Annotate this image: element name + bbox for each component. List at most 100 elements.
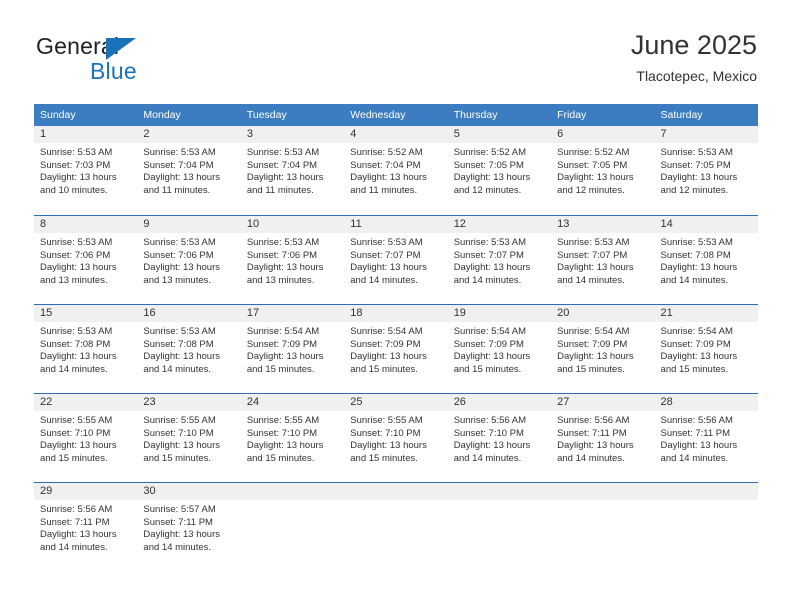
calendar-day-cell[interactable]: 15 Sunrise: 5:53 AM Sunset: 7:08 PM Dayligh… (34, 304, 138, 393)
day-details (448, 500, 551, 504)
sunrise-text: Sunrise: 5:53 AM (246, 237, 320, 248)
calendar-day-cell[interactable]: 18 Sunrise: 5:54 AM Sunset: 7:09 PM Dayligh… (344, 304, 448, 393)
sunset-text: Sunset: 7:09 PM (660, 338, 731, 350)
sunrise-text: Sunrise: 5:57 AM (143, 504, 216, 515)
daylight-text-line1: Daylight: 13 hours (246, 262, 324, 274)
day-number-band: 5 (447, 126, 552, 143)
day-cell-inner: 17 Sunrise: 5:54 AM Sunset: 7:09 PM Dayligh… (240, 304, 345, 393)
day-number: 25 (350, 396, 363, 408)
daylight-text-line1: Daylight: 13 hours (660, 440, 738, 452)
sunset-text: Sunset: 7:09 PM (246, 338, 318, 350)
day-number-band (240, 483, 345, 500)
daylight-text-line2: and 14 minutes. (350, 274, 418, 286)
day-cell-inner: 14 Sunrise: 5:53 AM Sunset: 7:08 PM Dayligh… (654, 215, 758, 304)
sunset-text: Sunset: 7:05 PM (557, 159, 628, 171)
day-cell-inner: 12 Sunrise: 5:53 AM Sunset: 7:07 PM Dayligh… (447, 215, 552, 304)
calendar-day-cell[interactable]: 26 Sunrise: 5:56 AM Sunset: 7:10 PM Dayligh… (447, 393, 552, 482)
day-details: Sunrise: 5:53 AM Sunset: 7:06 PM Daylight:… (34, 233, 137, 287)
calendar-day-cell[interactable]: 4 Sunrise: 5:52 AM Sunset: 7:04 PM Daylight… (344, 126, 448, 215)
calendar-day-cell[interactable]: 29 Sunrise: 5:56 AM Sunset: 7:11 PM Dayligh… (34, 482, 138, 571)
day-details: Sunrise: 5:52 AM Sunset: 7:04 PM Daylight:… (344, 143, 447, 197)
calendar-day-cell[interactable]: 28 Sunrise: 5:56 AM Sunset: 7:11 PM Dayligh… (654, 393, 758, 482)
day-cell-inner: 7 Sunrise: 5:53 AM Sunset: 7:05 PM Daylight… (654, 126, 758, 215)
calendar-day-cell[interactable]: 16 Sunrise: 5:53 AM Sunset: 7:08 PM Dayligh… (137, 304, 241, 393)
weekday-header-sunday: Sunday (34, 104, 138, 126)
calendar-day-cell[interactable]: 6 Sunrise: 5:52 AM Sunset: 7:05 PM Daylight… (551, 126, 655, 215)
calendar-day-cell[interactable]: 3 Sunrise: 5:53 AM Sunset: 7:04 PM Daylight… (240, 126, 345, 215)
calendar-day-cell[interactable]: 27 Sunrise: 5:56 AM Sunset: 7:11 PM Dayligh… (551, 393, 655, 482)
sunrise-text: Sunrise: 5:53 AM (143, 237, 216, 248)
daylight-text-line1: Daylight: 13 hours (350, 351, 427, 363)
day-cell-inner: 19 Sunrise: 5:54 AM Sunset: 7:09 PM Dayligh… (447, 304, 552, 393)
calendar-day-cell[interactable]: 24 Sunrise: 5:55 AM Sunset: 7:10 PM Dayligh… (240, 393, 345, 482)
daylight-text-line2: and 14 minutes. (143, 363, 212, 375)
calendar-day-cell[interactable] (344, 482, 448, 571)
sunrise-text: Sunrise: 5:53 AM (40, 147, 113, 158)
day-details: Sunrise: 5:56 AM Sunset: 7:11 PM Daylight:… (655, 411, 758, 465)
sunset-text: Sunset: 7:05 PM (453, 159, 524, 171)
day-number: 4 (350, 128, 357, 140)
daylight-text-line2: and 13 minutes. (143, 274, 212, 286)
day-number-band: 14 (654, 216, 758, 233)
sunset-text: Sunset: 7:10 PM (453, 427, 524, 439)
calendar-day-cell[interactable]: 17 Sunrise: 5:54 AM Sunset: 7:09 PM Dayligh… (240, 304, 345, 393)
calendar-day-cell[interactable]: 7 Sunrise: 5:53 AM Sunset: 7:05 PM Daylight… (654, 126, 758, 215)
calendar-day-cell[interactable]: 14 Sunrise: 5:53 AM Sunset: 7:08 PM Dayligh… (654, 215, 758, 304)
calendar-day-cell[interactable]: 5 Sunrise: 5:52 AM Sunset: 7:05 PM Daylight… (447, 126, 552, 215)
day-details: Sunrise: 5:53 AM Sunset: 7:04 PM Daylight:… (137, 143, 240, 197)
day-number-band: 2 (137, 126, 241, 143)
daylight-text-line2: and 14 minutes. (40, 541, 108, 553)
calendar-day-cell[interactable]: 13 Sunrise: 5:53 AM Sunset: 7:07 PM Dayligh… (551, 215, 655, 304)
brand-logo[interactable]: General Blue (36, 33, 236, 89)
calendar-day-cell[interactable]: 20 Sunrise: 5:54 AM Sunset: 7:09 PM Dayligh… (551, 304, 655, 393)
calendar-day-cell[interactable] (654, 482, 758, 571)
calendar-day-cell[interactable]: 23 Sunrise: 5:55 AM Sunset: 7:10 PM Dayligh… (137, 393, 241, 482)
day-number-band: 27 (551, 394, 655, 411)
sunrise-text: Sunrise: 5:56 AM (660, 415, 733, 426)
day-cell-inner: 1 Sunrise: 5:53 AM Sunset: 7:03 PM Daylight… (34, 126, 138, 215)
calendar-day-cell[interactable]: 22 Sunrise: 5:55 AM Sunset: 7:10 PM Dayligh… (34, 393, 138, 482)
calendar-day-cell[interactable]: 9 Sunrise: 5:53 AM Sunset: 7:06 PM Daylight… (137, 215, 241, 304)
calendar-day-cell[interactable]: 30 Sunrise: 5:57 AM Sunset: 7:11 PM Dayligh… (137, 482, 241, 571)
calendar-day-cell[interactable]: 25 Sunrise: 5:55 AM Sunset: 7:10 PM Dayligh… (344, 393, 448, 482)
day-cell-inner: 9 Sunrise: 5:53 AM Sunset: 7:06 PM Daylight… (137, 215, 241, 304)
calendar-day-cell[interactable]: 21 Sunrise: 5:54 AM Sunset: 7:09 PM Dayligh… (654, 304, 758, 393)
day-details: Sunrise: 5:57 AM Sunset: 7:11 PM Daylight:… (137, 500, 240, 554)
day-number-band: 4 (344, 126, 448, 143)
day-number: 9 (143, 218, 150, 230)
day-details: Sunrise: 5:52 AM Sunset: 7:05 PM Daylight:… (551, 143, 654, 197)
daylight-text-line1: Daylight: 13 hours (246, 351, 324, 363)
daylight-text-line2: and 14 minutes. (453, 274, 522, 286)
page-subtitle: Tlacotepec, Mexico (636, 68, 757, 84)
day-number-band: 18 (344, 305, 448, 322)
day-details: Sunrise: 5:56 AM Sunset: 7:11 PM Daylight:… (34, 500, 137, 554)
sunrise-text: Sunrise: 5:54 AM (350, 326, 423, 337)
daylight-text-line1: Daylight: 13 hours (246, 440, 324, 452)
daylight-text-line1: Daylight: 13 hours (453, 262, 531, 274)
day-details: Sunrise: 5:53 AM Sunset: 7:07 PM Daylight:… (344, 233, 447, 287)
sunrise-text: Sunrise: 5:56 AM (557, 415, 630, 426)
day-number: 6 (557, 128, 564, 140)
day-number-band: 12 (447, 216, 552, 233)
sunrise-text: Sunrise: 5:54 AM (557, 326, 630, 337)
sunrise-text: Sunrise: 5:53 AM (660, 147, 733, 158)
day-cell-inner: 25 Sunrise: 5:55 AM Sunset: 7:10 PM Dayligh… (344, 393, 448, 482)
calendar-day-cell[interactable]: 11 Sunrise: 5:53 AM Sunset: 7:07 PM Dayligh… (344, 215, 448, 304)
daylight-text-line2: and 11 minutes. (246, 184, 314, 196)
sunset-text: Sunset: 7:11 PM (557, 427, 627, 439)
day-cell-inner: 30 Sunrise: 5:57 AM Sunset: 7:11 PM Dayligh… (137, 482, 241, 571)
day-number: 12 (453, 218, 466, 230)
calendar-day-cell[interactable] (551, 482, 655, 571)
day-number: 14 (660, 218, 673, 230)
calendar-day-cell[interactable]: 2 Sunrise: 5:53 AM Sunset: 7:04 PM Daylight… (137, 126, 241, 215)
calendar-day-cell[interactable]: 8 Sunrise: 5:53 AM Sunset: 7:06 PM Daylight… (34, 215, 138, 304)
calendar-day-cell[interactable] (240, 482, 345, 571)
sunrise-text: Sunrise: 5:52 AM (453, 147, 527, 158)
calendar-day-cell[interactable]: 10 Sunrise: 5:53 AM Sunset: 7:06 PM Dayligh… (240, 215, 345, 304)
calendar-day-cell[interactable]: 12 Sunrise: 5:53 AM Sunset: 7:07 PM Dayligh… (447, 215, 552, 304)
day-number: 8 (40, 218, 47, 230)
calendar-day-cell[interactable]: 1 Sunrise: 5:53 AM Sunset: 7:03 PM Daylight… (34, 126, 138, 215)
calendar-day-cell[interactable]: 19 Sunrise: 5:54 AM Sunset: 7:09 PM Dayligh… (447, 304, 552, 393)
calendar-day-cell[interactable] (447, 482, 552, 571)
sunrise-text: Sunrise: 5:52 AM (557, 147, 630, 158)
